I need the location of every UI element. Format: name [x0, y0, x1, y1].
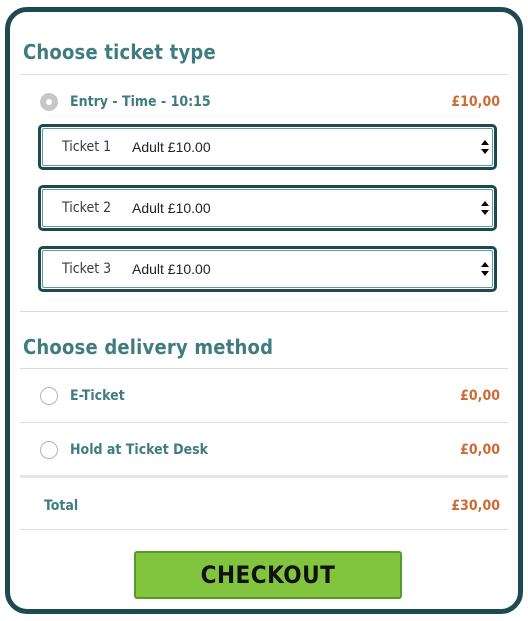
radio-dot-icon: [46, 99, 52, 105]
ticket-desk-label: Hold at Ticket Desk: [70, 442, 209, 458]
divider: [20, 529, 508, 530]
ticket-1-select[interactable]: Ticket 1 Adult £10.00: [38, 124, 497, 170]
total-label: Total: [44, 498, 79, 514]
divider: [20, 74, 508, 75]
delivery-option-eticket[interactable]: E-Ticket £0,00: [40, 382, 500, 410]
entry-time-option[interactable]: Entry - Time - 10:15 £10,00: [40, 88, 500, 116]
ticket-section-title: Choose ticket type: [23, 40, 216, 64]
entry-price: £10,00: [451, 94, 500, 110]
delivery-option-ticket-desk[interactable]: Hold at Ticket Desk £0,00: [40, 436, 500, 464]
ticket-2-select[interactable]: Ticket 2 Adult £10.00: [38, 185, 497, 231]
delivery-section-title: Choose delivery method: [23, 335, 274, 359]
ticket-1-value: Adult £10.00: [132, 139, 211, 155]
ticket-1-label: Ticket 1: [62, 139, 112, 155]
checkout-button[interactable]: CHECKOUT: [134, 551, 402, 599]
divider: [20, 422, 508, 423]
select-arrows-icon: [481, 140, 489, 154]
select-arrows-icon: [481, 201, 489, 215]
entry-label: Entry - Time - 10:15: [70, 94, 211, 110]
divider: [20, 368, 508, 369]
ticket-3-label: Ticket 3: [62, 261, 112, 277]
ticket-desk-radio[interactable]: [40, 441, 58, 459]
ticket-3-select[interactable]: Ticket 3 Adult £10.00: [38, 246, 497, 292]
entry-radio[interactable]: [40, 93, 58, 111]
eticket-radio[interactable]: [40, 387, 58, 405]
ticket-2-label: Ticket 2: [62, 200, 112, 216]
eticket-price: £0,00: [460, 388, 500, 404]
ticket-panel: Choose ticket type Entry - Time - 10:15 …: [5, 7, 523, 614]
ticket-desk-price: £0,00: [460, 442, 500, 458]
total-row: Total £30,00: [44, 492, 500, 520]
select-arrows-icon: [481, 262, 489, 276]
divider: [20, 475, 508, 478]
ticket-2-value: Adult £10.00: [132, 200, 211, 216]
ticket-3-value: Adult £10.00: [132, 261, 211, 277]
total-price: £30,00: [451, 498, 500, 514]
eticket-label: E-Ticket: [70, 388, 125, 404]
divider: [20, 311, 508, 312]
